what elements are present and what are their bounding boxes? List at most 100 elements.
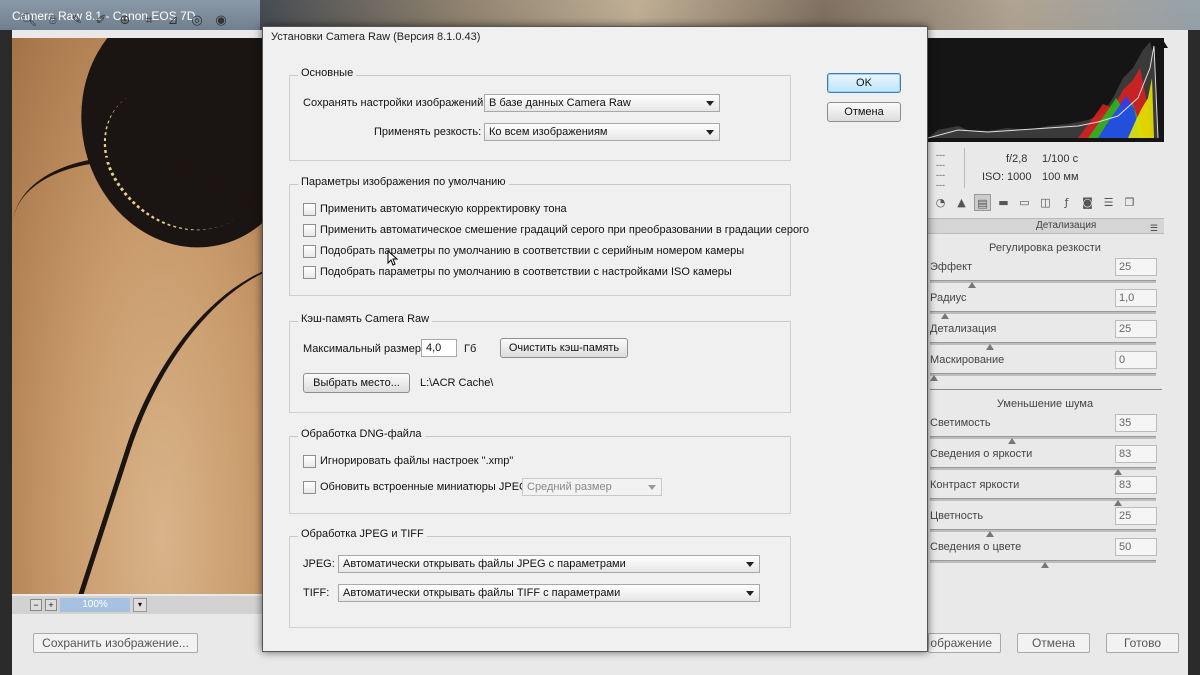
dialog-title: Установки Camera Raw (Версия 8.1.0.43) bbox=[263, 27, 927, 47]
slider-thumb[interactable] bbox=[1008, 438, 1016, 444]
group-default-settings: Параметры изображения по умолчанию Приме… bbox=[289, 176, 809, 296]
tab-lens-corrections-icon[interactable]: ◫ bbox=[1037, 194, 1054, 211]
ignore-xmp-option[interactable]: Игнорировать файлы настроек ".xmp" bbox=[303, 453, 513, 469]
slider-value-input[interactable]: 83 bbox=[1115, 445, 1157, 463]
slider-label: Светимость bbox=[930, 417, 991, 429]
apply-sharpening-value: Ко всем изображениям bbox=[489, 126, 608, 138]
sharpening-title: Регулировка резкости bbox=[989, 242, 1101, 254]
slider-row: Сведения о цвете 50 bbox=[930, 538, 1160, 569]
tab-basic-icon[interactable]: ◔ bbox=[932, 194, 949, 211]
iso-defaults-checkbox[interactable] bbox=[303, 265, 316, 279]
zoom-dropdown-icon[interactable]: ▾ bbox=[133, 598, 147, 612]
slider-value-input[interactable]: 35 bbox=[1115, 414, 1157, 432]
slider-label: Эффект bbox=[930, 261, 973, 273]
meta-dash-4: --- bbox=[936, 180, 945, 190]
slider-thumb[interactable] bbox=[1114, 469, 1122, 475]
apply-sharpening-select[interactable]: Ко всем изображениям bbox=[484, 123, 720, 141]
target-adjust-icon[interactable]: ⊕ bbox=[116, 12, 134, 30]
jpeg-handling-select[interactable]: Автоматически открывать файлы JPEG с пар… bbox=[338, 555, 760, 573]
ignore-xmp-checkbox[interactable] bbox=[303, 454, 316, 468]
straighten-icon[interactable]: ⊿ bbox=[164, 12, 182, 30]
ok-button[interactable]: OK bbox=[827, 73, 901, 93]
slider-track[interactable] bbox=[930, 311, 1156, 314]
zoom-tool-icon[interactable]: 🔍︎ bbox=[20, 12, 38, 30]
slider-track[interactable] bbox=[930, 467, 1156, 470]
slider-track[interactable] bbox=[930, 436, 1156, 439]
cancel-button[interactable]: Отмена bbox=[1017, 633, 1090, 653]
group-general: Основные Сохранять настройки изображений… bbox=[289, 67, 791, 161]
slider-track[interactable] bbox=[930, 342, 1156, 345]
purge-cache-button[interactable]: Очистить кэш-память bbox=[500, 338, 628, 358]
slider-thumb[interactable] bbox=[986, 531, 994, 537]
tab-effects-icon[interactable]: ƒ bbox=[1058, 194, 1075, 211]
dialog-cancel-button[interactable]: Отмена bbox=[827, 102, 901, 122]
zoom-out-button[interactable]: − bbox=[30, 599, 42, 611]
crop-icon[interactable]: ⌗ bbox=[140, 12, 158, 30]
serial-number-option[interactable]: Подобрать параметры по умолчанию в соотв… bbox=[303, 243, 744, 259]
update-previews-checkbox[interactable] bbox=[303, 480, 316, 494]
tab-hsl-icon[interactable]: ▬ bbox=[995, 194, 1012, 211]
color-sampler-icon[interactable]: ✐ bbox=[92, 12, 110, 30]
slider-row: Маскирование 0 bbox=[930, 351, 1160, 382]
panel-menu-icon[interactable]: ☰ bbox=[1150, 221, 1158, 235]
tab-camera-calibration-icon[interactable]: ◙ bbox=[1079, 194, 1096, 211]
preview-size-select[interactable]: Средний размер bbox=[522, 478, 662, 496]
group-general-title: Основные bbox=[298, 67, 357, 79]
group-dng-title: Обработка DNG-файла bbox=[298, 428, 425, 440]
group-cache-title: Кэш-память Camera Raw bbox=[298, 313, 433, 325]
max-size-input[interactable]: 4,0 bbox=[421, 339, 457, 357]
slider-track[interactable] bbox=[930, 498, 1156, 501]
iso-defaults-option[interactable]: Подобрать параметры по умолчанию в соотв… bbox=[303, 264, 732, 280]
slider-thumb[interactable] bbox=[1114, 500, 1122, 506]
hand-tool-icon[interactable]: ✋︎ bbox=[44, 12, 62, 30]
preferences-dialog: Установки Camera Raw (Версия 8.1.0.43) O… bbox=[262, 26, 928, 652]
open-image-button[interactable]: ображение bbox=[928, 633, 1001, 653]
serial-number-checkbox[interactable] bbox=[303, 244, 316, 258]
zoom-level[interactable]: 100% bbox=[60, 598, 130, 612]
serial-number-label: Подобрать параметры по умолчанию в соотв… bbox=[320, 245, 745, 257]
slider-value-input[interactable]: 1,0 bbox=[1115, 289, 1157, 307]
tab-presets-icon[interactable]: ☰ bbox=[1100, 194, 1117, 211]
jpeg-label: JPEG: bbox=[303, 558, 335, 570]
auto-grayscale-checkbox[interactable] bbox=[303, 223, 316, 237]
zoom-bar: − + 100% ▾ bbox=[12, 596, 262, 614]
apply-sharpening-label: Применять резкость: bbox=[374, 126, 482, 138]
slider-thumb[interactable] bbox=[968, 282, 976, 288]
tiff-handling-select[interactable]: Автоматически открывать файлы TIFF с пар… bbox=[338, 584, 760, 602]
auto-tone-checkbox[interactable] bbox=[303, 202, 316, 216]
image-preview[interactable] bbox=[12, 38, 262, 594]
highlight-clipping-icon[interactable] bbox=[1158, 40, 1168, 48]
spot-removal-icon[interactable]: ◎ bbox=[188, 12, 206, 30]
slider-value-input[interactable]: 25 bbox=[1115, 258, 1157, 276]
slider-value-input[interactable]: 0 bbox=[1115, 351, 1157, 369]
slider-thumb[interactable] bbox=[986, 344, 994, 350]
zoom-in-button[interactable]: + bbox=[45, 599, 57, 611]
max-size-label: Максимальный размер: bbox=[303, 343, 425, 355]
tab-tone-curve-icon[interactable]: ▲ bbox=[953, 194, 970, 211]
slider-value-input[interactable]: 25 bbox=[1115, 507, 1157, 525]
slider-track[interactable] bbox=[930, 373, 1156, 376]
slider-thumb[interactable] bbox=[1041, 562, 1049, 568]
slider-value-input[interactable]: 83 bbox=[1115, 476, 1157, 494]
slider-track[interactable] bbox=[930, 280, 1156, 283]
camera-metadata: --- --- --- --- f/2,8 1/100 с ISO: 1000 … bbox=[930, 148, 1166, 190]
eyedropper-icon[interactable]: ✎ bbox=[68, 12, 86, 30]
tab-split-toning-icon[interactable]: ▭ bbox=[1016, 194, 1033, 211]
auto-tone-option[interactable]: Применить автоматическую корректировку т… bbox=[303, 201, 567, 217]
tab-snapshots-icon[interactable]: ❐ bbox=[1121, 194, 1138, 211]
slider-thumb[interactable] bbox=[941, 313, 949, 319]
update-previews-option[interactable]: Обновить встроенные миниатюры JPEG: bbox=[303, 479, 531, 495]
done-button[interactable]: Готово bbox=[1106, 633, 1179, 653]
slider-thumb[interactable] bbox=[930, 375, 938, 381]
shutter-value: 1/100 с bbox=[1042, 153, 1079, 165]
tab-detail-icon[interactable]: ▤ bbox=[974, 194, 991, 211]
panel-divider bbox=[930, 389, 1162, 390]
red-eye-icon[interactable]: ◉ bbox=[212, 12, 230, 30]
choose-location-button[interactable]: Выбрать место... bbox=[303, 373, 410, 393]
save-image-button[interactable]: Сохранить изображение... bbox=[33, 633, 198, 653]
slider-track[interactable] bbox=[930, 529, 1156, 532]
save-settings-select[interactable]: В базе данных Camera Raw bbox=[484, 94, 720, 112]
auto-grayscale-option[interactable]: Применить автоматическое смешение градац… bbox=[303, 222, 809, 238]
slider-value-input[interactable]: 50 bbox=[1115, 538, 1157, 556]
slider-value-input[interactable]: 25 bbox=[1115, 320, 1157, 338]
